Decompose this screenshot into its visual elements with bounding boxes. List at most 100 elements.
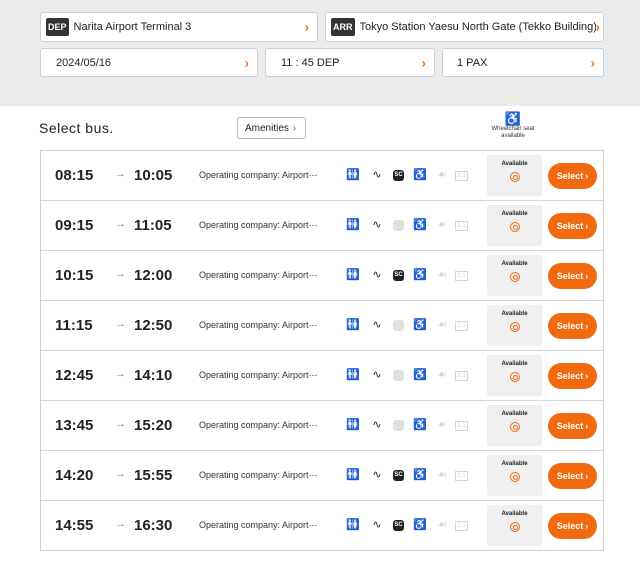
availability-label: Available	[501, 461, 528, 467]
chevron-right-icon: ›	[595, 19, 600, 35]
availability-badge: Available	[487, 505, 542, 546]
arrival-time: 11:05	[134, 217, 172, 234]
arrival-value: Tokyo Station Yaesu North Gate (Tekko Bu…	[359, 21, 596, 33]
operator-text: Operating company: Airport⋯	[199, 320, 318, 330]
date-field[interactable]: 2024/05/16 ›	[40, 48, 258, 77]
select-label: Select	[556, 271, 584, 281]
wifi-icon: ∿	[372, 519, 382, 531]
arrival-time: 12:50	[134, 317, 173, 334]
available-circle-icon	[509, 322, 520, 332]
departure-time: 14:55	[55, 517, 94, 534]
select-button[interactable]: Select ›	[548, 513, 597, 539]
sc-icon: SC	[393, 420, 404, 431]
select-button[interactable]: Select ›	[548, 163, 597, 189]
search-panel: DEP Narita Airport Terminal 3 › ARR Toky…	[0, 0, 640, 106]
wheelchair-icon: ♿	[413, 269, 427, 281]
arrival-time: 16:30	[134, 517, 173, 534]
reclining-seat-icon: ☙	[437, 319, 447, 331]
availability-label: Available	[501, 211, 528, 217]
departure-time: 08:15	[55, 167, 94, 184]
availability-badge: Available	[487, 205, 542, 246]
departure-time: 10:15	[55, 267, 94, 284]
operator-text: Operating company: Airport⋯	[199, 370, 318, 380]
select-button[interactable]: Select ›	[548, 313, 597, 339]
arrow-right-icon: →	[115, 518, 126, 530]
date-value: 2024/05/16	[56, 56, 112, 69]
arrival-time: 14:10	[134, 367, 173, 384]
chevron-right-icon: ›	[244, 55, 249, 70]
arrow-right-icon: →	[115, 318, 126, 330]
table-row: 13:45 → 15:20 Operating company: Airport⋯ 🚻 ∿…	[41, 401, 603, 451]
wifi-icon: ∿	[372, 219, 382, 231]
bus-list: 08:15 → 10:05 Operating company: Airport⋯ 🚻 ∿…	[40, 150, 604, 551]
time-field[interactable]: 11 : 45 DEP ›	[265, 48, 435, 77]
table-row: 14:20 → 15:55 Operating company: Airport⋯ 🚻 ∿…	[41, 451, 603, 501]
outlet-icon: 1:1	[455, 421, 468, 431]
sc-icon: SC	[393, 320, 404, 331]
arr-tag: ARR	[331, 18, 355, 36]
table-row: 08:15 → 10:05 Operating company: Airport⋯ 🚻 ∿…	[41, 151, 603, 201]
arrival-time: 15:20	[134, 417, 173, 434]
departure-time: 11:15	[55, 317, 93, 334]
chevron-right-icon: ›	[590, 55, 595, 70]
page-title: Select bus.	[39, 120, 114, 136]
sc-icon: SC	[393, 520, 404, 531]
operator-text: Operating company: Airport⋯	[199, 420, 318, 430]
wheelchair-icon: ♿	[413, 469, 427, 481]
operator-text: Operating company: Airport⋯	[199, 170, 318, 180]
wheelchair-icon: ♿	[413, 419, 427, 431]
available-circle-icon	[509, 522, 520, 532]
availability-badge: Available	[487, 255, 542, 296]
available-circle-icon	[509, 372, 520, 382]
availability-label: Available	[501, 261, 528, 267]
availability-label: Available	[501, 361, 528, 367]
chevron-right-icon: ›	[585, 421, 589, 431]
operator-text: Operating company: Airport⋯	[199, 270, 318, 280]
availability-label: Available	[501, 311, 528, 317]
departure-time: 14:20	[55, 467, 94, 484]
outlet-icon: 1:1	[455, 371, 468, 381]
arrow-right-icon: →	[115, 368, 126, 380]
wifi-icon: ∿	[372, 319, 382, 331]
availability-badge: Available	[487, 355, 542, 396]
amenities-button[interactable]: Amenities ›	[237, 117, 306, 139]
table-row: 12:45 → 14:10 Operating company: Airport⋯ 🚻 ∿…	[41, 351, 603, 401]
select-button[interactable]: Select ›	[548, 413, 597, 439]
restroom-icon: 🚻	[346, 219, 360, 231]
departure-time: 09:15	[55, 217, 94, 234]
select-button[interactable]: Select ›	[548, 213, 597, 239]
availability-label: Available	[501, 411, 528, 417]
availability-badge: Available	[487, 455, 542, 496]
arrow-right-icon: →	[115, 168, 126, 180]
arrow-right-icon: →	[115, 218, 126, 230]
departure-time: 13:45	[55, 417, 94, 434]
select-button[interactable]: Select ›	[548, 263, 597, 289]
select-label: Select	[556, 421, 584, 431]
select-button[interactable]: Select ›	[548, 363, 597, 389]
arrival-field[interactable]: ARR Tokyo Station Yaesu North Gate (Tekk…	[325, 12, 604, 42]
chevron-right-icon: ›	[585, 271, 589, 281]
restroom-icon: 🚻	[346, 469, 360, 481]
reclining-seat-icon: ☙	[437, 169, 447, 181]
reclining-seat-icon: ☙	[437, 419, 447, 431]
reclining-seat-icon: ☙	[437, 519, 447, 531]
available-circle-icon	[509, 222, 520, 232]
sc-icon: SC	[393, 270, 404, 281]
outlet-icon: 1:1	[455, 321, 468, 331]
wifi-icon: ∿	[372, 419, 382, 431]
wifi-icon: ∿	[372, 169, 382, 181]
departure-field[interactable]: DEP Narita Airport Terminal 3 ›	[40, 12, 318, 42]
select-button[interactable]: Select ›	[548, 463, 597, 489]
outlet-icon: 1:1	[455, 471, 468, 481]
pax-field[interactable]: 1 PAX ›	[442, 48, 604, 77]
arrow-right-icon: →	[115, 268, 126, 280]
reclining-seat-icon: ☙	[437, 369, 447, 381]
wheelchair-icon: ♿	[413, 369, 427, 381]
arrival-time: 10:05	[134, 167, 173, 184]
arrival-time: 12:00	[134, 267, 173, 284]
outlet-icon: 1:1	[455, 271, 468, 281]
select-label: Select	[556, 321, 584, 331]
availability-badge: Available	[487, 305, 542, 346]
arrow-right-icon: →	[115, 418, 126, 430]
chevron-right-icon: ›	[585, 221, 589, 231]
